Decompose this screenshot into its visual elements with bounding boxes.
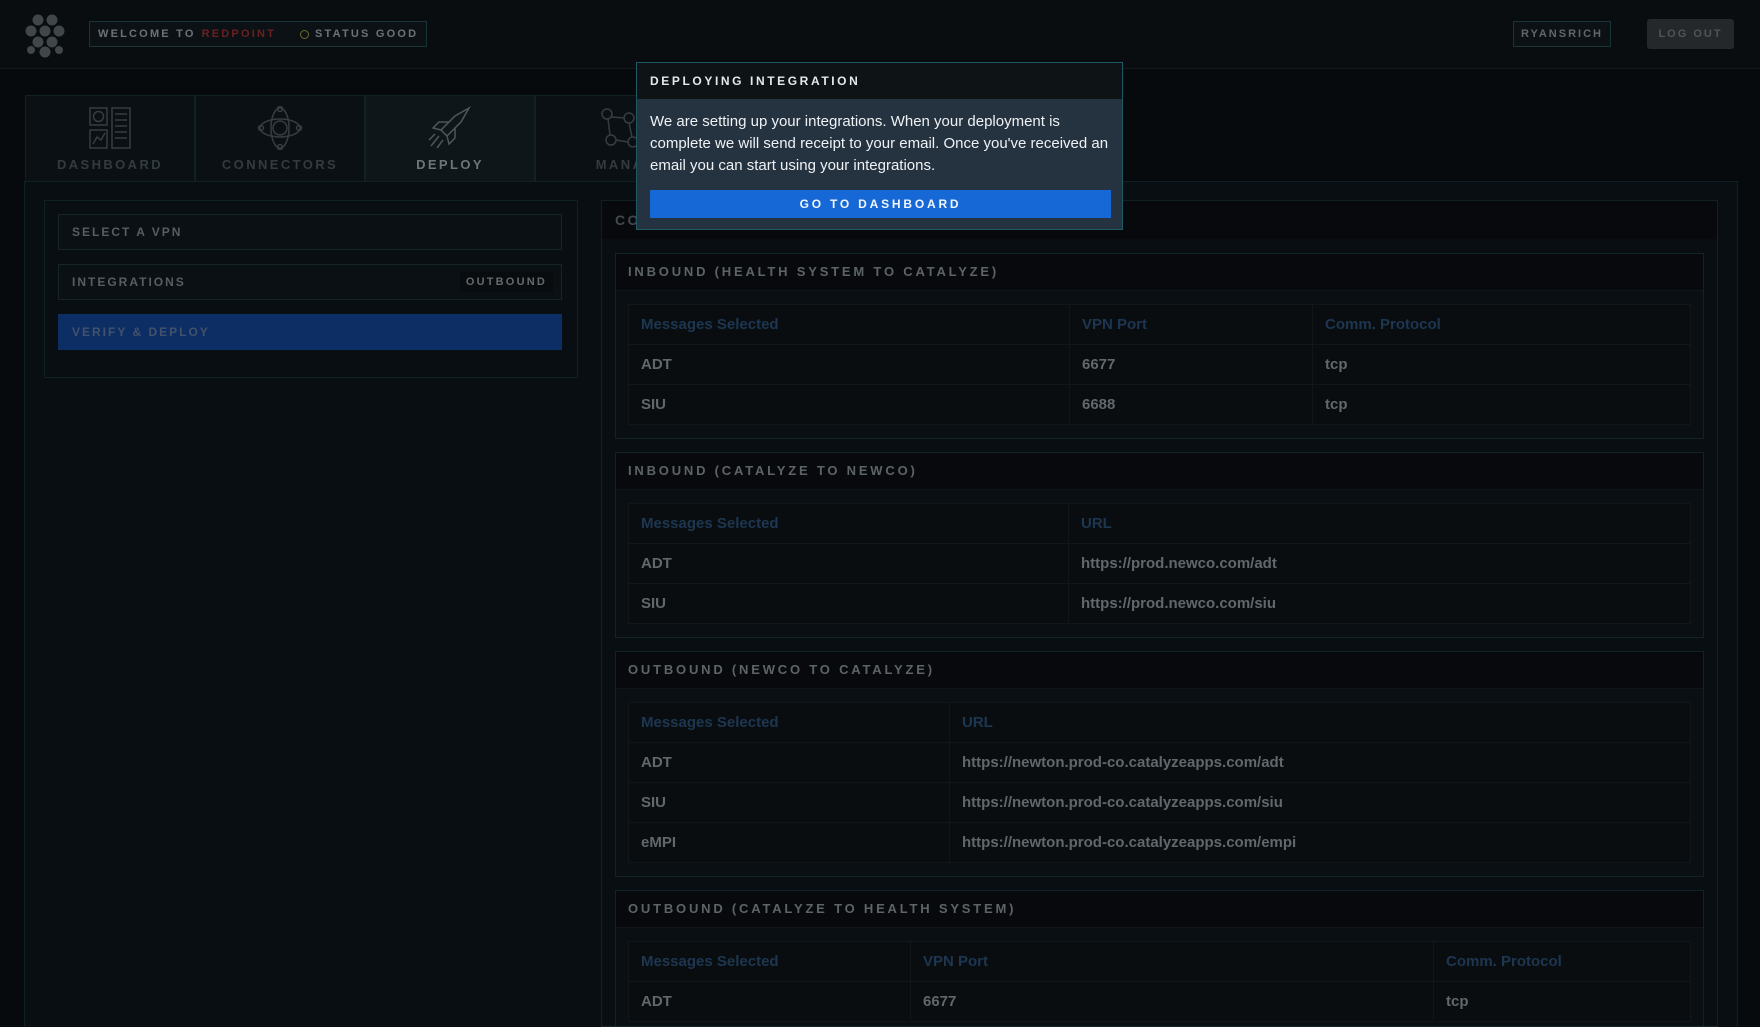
deploying-modal: DEPLOYING INTEGRATION We are setting up … bbox=[636, 62, 1123, 230]
go-to-dashboard-button[interactable]: GO TO DASHBOARD bbox=[650, 190, 1111, 218]
modal-message: We are setting up your integrations. Whe… bbox=[650, 113, 1109, 174]
modal-title: DEPLOYING INTEGRATION bbox=[637, 63, 1122, 99]
